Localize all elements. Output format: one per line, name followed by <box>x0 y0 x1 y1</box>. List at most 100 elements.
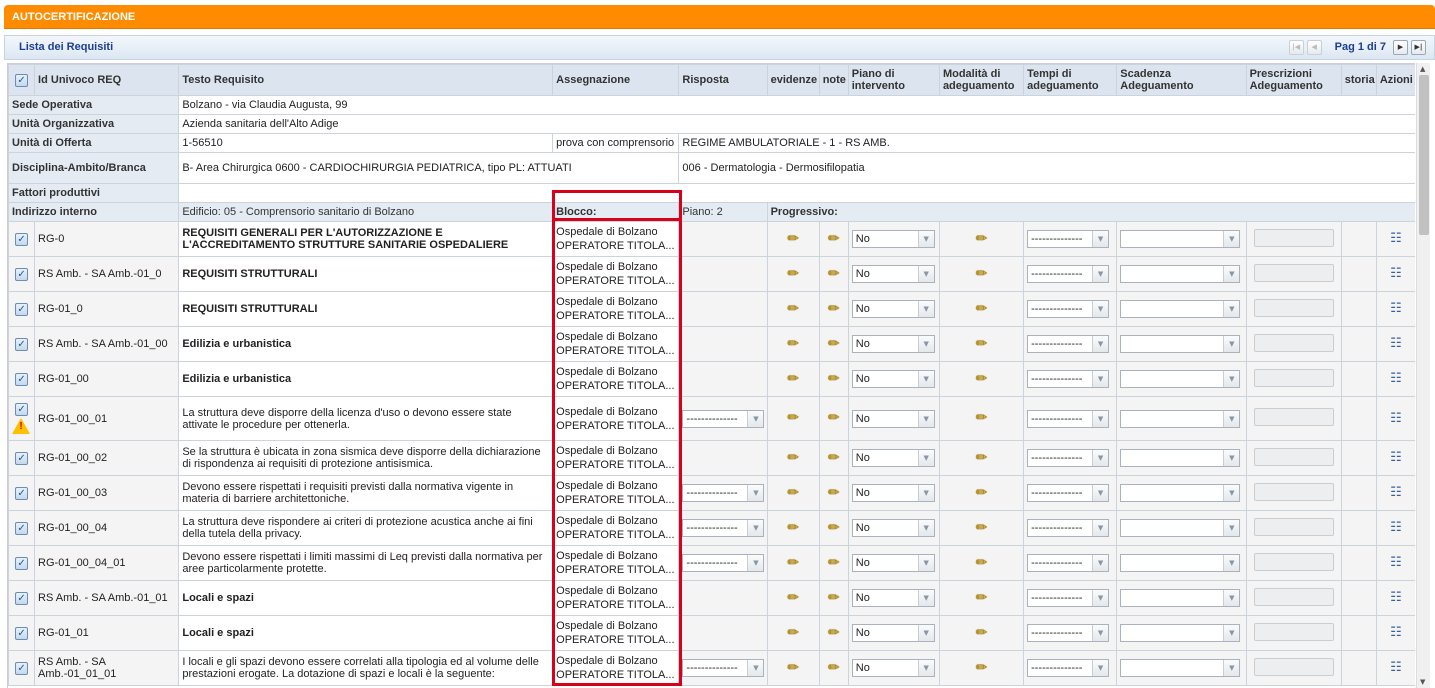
pencil-icon[interactable]: ✏ <box>787 267 799 281</box>
checkbox-icon[interactable]: ✓ <box>15 486 29 500</box>
piano-select[interactable]: No ▼ <box>851 335 935 353</box>
row-checkbox-cell[interactable]: ✓ <box>8 440 36 476</box>
pencil-icon[interactable]: ✏ <box>828 556 840 570</box>
checkbox-icon[interactable]: ✓ <box>15 521 29 535</box>
col-prescrizioni[interactable]: Prescrizioni Adeguamento <box>1245 64 1342 96</box>
prev-page-button[interactable]: ◀ <box>1306 40 1322 55</box>
pencil-icon[interactable]: ✏ <box>976 486 988 500</box>
piano-select[interactable]: No ▼ <box>851 554 935 572</box>
pencil-icon[interactable]: ✏ <box>828 302 840 316</box>
pencil-icon[interactable]: ✏ <box>787 411 799 425</box>
risposta-select[interactable]: -------------- ▼ <box>682 409 765 428</box>
pencil-icon[interactable]: ✏ <box>828 486 840 500</box>
col-piano[interactable]: Piano di intervento <box>847 64 940 96</box>
risposta-select[interactable]: -------------- ▼ <box>682 554 765 572</box>
scadenza-select[interactable]: ▼ <box>1120 265 1241 283</box>
tempi-select[interactable]: -------------- ▼ <box>1027 300 1110 318</box>
pencil-icon[interactable]: ✏ <box>828 521 840 535</box>
checkbox-icon[interactable]: ✓ <box>15 302 29 316</box>
checkbox-icon[interactable]: ✓ <box>15 626 29 640</box>
checkbox-icon[interactable]: ✓ <box>15 591 29 605</box>
checkbox-icon[interactable]: ✓ <box>15 232 29 246</box>
tempi-select[interactable]: -------------- ▼ <box>1027 265 1110 283</box>
list-icon[interactable]: ☷ <box>1390 412 1402 425</box>
tempi-select[interactable]: -------------- ▼ <box>1027 449 1110 467</box>
col-storia[interactable]: storia <box>1340 64 1377 96</box>
pencil-icon[interactable]: ✏ <box>976 451 988 465</box>
pencil-icon[interactable]: ✏ <box>787 521 799 535</box>
piano-select[interactable]: No ▼ <box>851 589 935 607</box>
pencil-icon[interactable]: ✏ <box>976 591 988 605</box>
row-checkbox-cell[interactable]: ✓! <box>8 396 36 441</box>
table-row[interactable]: ✓ RG-0 REQUISITI GENERALI PER L'AUTORIZZAZ… <box>8 221 1415 257</box>
tempi-select[interactable]: -------------- ▼ <box>1027 335 1110 353</box>
pencil-icon[interactable]: ✏ <box>976 521 988 535</box>
scadenza-select[interactable]: ▼ <box>1120 300 1241 318</box>
list-icon[interactable]: ☷ <box>1390 267 1402 280</box>
scadenza-select[interactable]: ▼ <box>1120 589 1241 607</box>
checkbox-icon[interactable]: ✓ <box>15 403 29 416</box>
pencil-icon[interactable]: ✏ <box>828 232 840 246</box>
scadenza-select[interactable]: ▼ <box>1120 230 1241 248</box>
list-icon[interactable]: ☷ <box>1390 626 1402 639</box>
pencil-icon[interactable]: ✏ <box>787 372 799 386</box>
list-icon[interactable]: ☷ <box>1390 661 1402 674</box>
pencil-icon[interactable]: ✏ <box>828 591 840 605</box>
table-row[interactable]: ✓ RG-01_00_04_01 Devono essere rispettati … <box>8 545 1415 581</box>
list-icon[interactable]: ☷ <box>1390 486 1402 499</box>
risposta-select[interactable]: -------------- ▼ <box>682 659 765 677</box>
tempi-select[interactable]: -------------- ▼ <box>1027 519 1110 537</box>
col-modalita[interactable]: Modalità di adeguamento <box>938 64 1025 96</box>
pencil-icon[interactable]: ✏ <box>828 626 840 640</box>
tempi-select[interactable]: -------------- ▼ <box>1027 230 1110 248</box>
scadenza-select[interactable]: ▼ <box>1120 409 1241 428</box>
table-row[interactable]: ✓ RG-01_0 REQUISITI STRUTTURALI Ospedale di… <box>8 291 1415 327</box>
pencil-icon[interactable]: ✏ <box>976 556 988 570</box>
list-icon[interactable]: ☷ <box>1390 232 1402 245</box>
row-checkbox-cell[interactable]: ✓ <box>8 256 36 292</box>
piano-select[interactable]: No ▼ <box>851 659 935 677</box>
row-checkbox-cell[interactable]: ✓ <box>8 361 36 397</box>
pencil-icon[interactable]: ✏ <box>976 302 988 316</box>
tempi-select[interactable]: -------------- ▼ <box>1027 624 1110 642</box>
list-icon[interactable]: ☷ <box>1390 521 1402 534</box>
scroll-up-icon[interactable]: ▲ <box>1420 65 1425 73</box>
pencil-icon[interactable]: ✏ <box>828 451 840 465</box>
checkbox-icon[interactable]: ✓ <box>15 267 29 281</box>
piano-select[interactable]: No ▼ <box>851 409 935 428</box>
pencil-icon[interactable]: ✏ <box>976 626 988 640</box>
pencil-icon[interactable]: ✏ <box>787 486 799 500</box>
col-scadenza[interactable]: Scadenza Adeguamento <box>1116 64 1247 96</box>
piano-select[interactable]: No ▼ <box>851 230 935 248</box>
risposta-select[interactable]: -------------- ▼ <box>682 484 765 502</box>
pencil-icon[interactable]: ✏ <box>828 267 840 281</box>
pencil-icon[interactable]: ✏ <box>976 372 988 386</box>
list-icon[interactable]: ☷ <box>1390 372 1402 385</box>
pencil-icon[interactable]: ✏ <box>976 232 988 246</box>
pencil-icon[interactable]: ✏ <box>976 411 988 425</box>
pencil-icon[interactable]: ✏ <box>787 591 799 605</box>
table-row[interactable]: ✓ RS Amb. - SA Amb.-01_01_01 I locali e gl… <box>8 650 1415 686</box>
tempi-select[interactable]: -------------- ▼ <box>1027 659 1110 677</box>
pencil-icon[interactable]: ✏ <box>828 372 840 386</box>
list-icon[interactable]: ☷ <box>1390 302 1402 315</box>
scadenza-select[interactable]: ▼ <box>1120 370 1241 388</box>
checkbox-icon[interactable]: ✓ <box>15 661 29 675</box>
table-row[interactable]: ✓! RG-01_00_01 La struttura deve disporre … <box>8 396 1415 441</box>
piano-select[interactable]: No ▼ <box>851 300 935 318</box>
pencil-icon[interactable]: ✏ <box>787 626 799 640</box>
scadenza-select[interactable]: ▼ <box>1120 484 1241 502</box>
table-row[interactable]: ✓ RG-01_00_03 Devono essere rispettati i r… <box>8 475 1415 511</box>
tempi-select[interactable]: -------------- ▼ <box>1027 484 1110 502</box>
list-icon[interactable]: ☷ <box>1390 591 1402 604</box>
col-risposta[interactable]: Risposta <box>678 64 768 96</box>
table-row[interactable]: ✓ RS Amb. - SA Amb.-01_00 Edilizia e urban… <box>8 326 1415 362</box>
pencil-icon[interactable]: ✏ <box>787 232 799 246</box>
pencil-icon[interactable]: ✏ <box>828 411 840 425</box>
piano-select[interactable]: No ▼ <box>851 519 935 537</box>
scroll-down-icon[interactable]: ▼ <box>1420 678 1425 686</box>
list-icon[interactable]: ☷ <box>1390 337 1402 350</box>
risposta-select[interactable]: -------------- ▼ <box>682 519 765 537</box>
checkbox-icon[interactable]: ✓ <box>15 451 29 465</box>
pencil-icon[interactable]: ✏ <box>787 451 799 465</box>
